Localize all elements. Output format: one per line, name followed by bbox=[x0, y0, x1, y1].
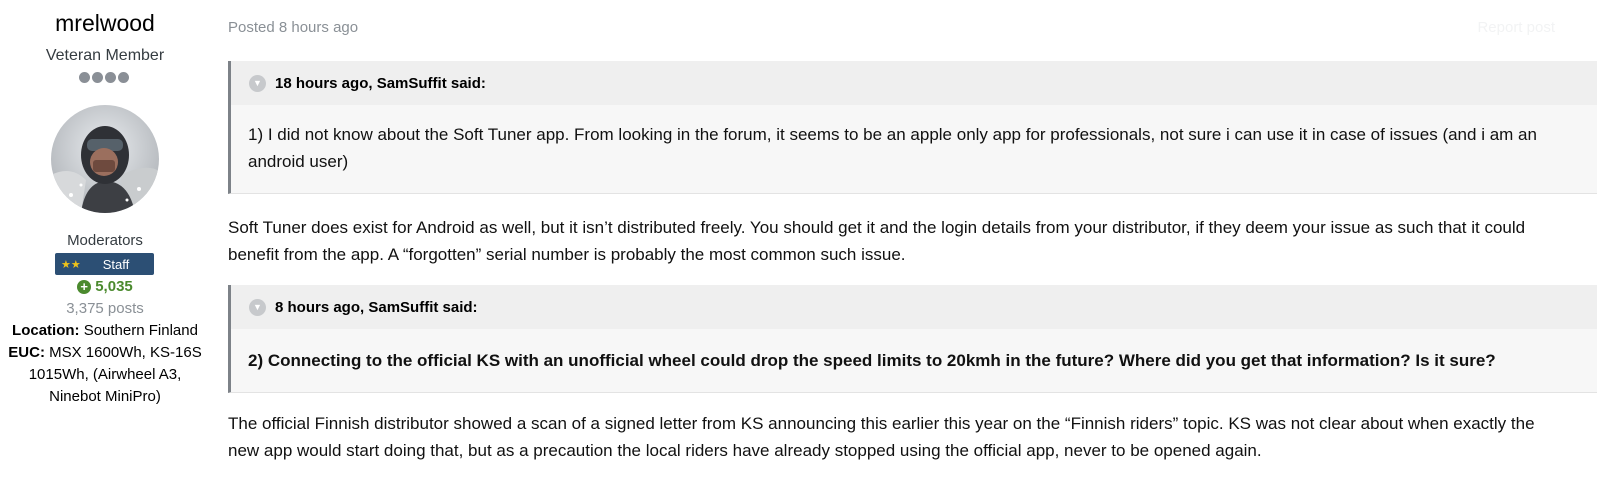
euc-value-line: 1015Wh, (Airwheel A3, bbox=[28, 366, 182, 383]
rank-pips bbox=[79, 72, 129, 83]
euc-label: EUC: bbox=[8, 344, 45, 361]
staff-badge-label: Staff bbox=[102, 256, 130, 272]
quote-citation-text[interactable]: 18 hours ago, SamSuffit said: bbox=[275, 75, 486, 92]
rank-pip bbox=[118, 72, 129, 83]
quote-text: 2) Connecting to the official KS with an… bbox=[248, 351, 1496, 370]
quote-block: ▼ 18 hours ago, SamSuffit said: 1) I did… bbox=[228, 61, 1597, 194]
rank-pip bbox=[79, 72, 90, 83]
post-meta[interactable]: Posted 8 hours ago bbox=[228, 19, 358, 36]
rank-pip bbox=[105, 72, 116, 83]
chevron-down-icon[interactable]: ▼ bbox=[249, 298, 266, 316]
author-name[interactable]: mrelwood bbox=[0, 10, 210, 37]
member-group: Moderators bbox=[67, 232, 143, 249]
member-title: Veteran Member bbox=[45, 47, 165, 64]
euc-field: EUC: MSX 1600Wh, KS-16S bbox=[0, 342, 210, 364]
euc-value: MSX 1600Wh, KS-16S bbox=[49, 344, 202, 361]
location-field: Location: Southern Finland bbox=[0, 320, 210, 342]
report-post-link[interactable]: Report post bbox=[1477, 19, 1555, 36]
reputation[interactable]: + 5,035 bbox=[0, 278, 210, 295]
star-icon: ★★ bbox=[61, 258, 81, 271]
post-paragraph: The official Finnish distributor showed … bbox=[228, 414, 1535, 460]
reputation-value: 5,035 bbox=[95, 278, 133, 295]
chevron-down-icon[interactable]: ▼ bbox=[249, 74, 266, 92]
quote-citation-text[interactable]: 8 hours ago, SamSuffit said: bbox=[275, 299, 478, 316]
location-value: Southern Finland bbox=[83, 322, 198, 339]
rank-pip bbox=[92, 72, 103, 83]
post-paragraph: Soft Tuner does exist for Android as wel… bbox=[228, 218, 1526, 264]
staff-badge: ★★ Staff bbox=[55, 253, 154, 275]
euc-value-line: Ninebot MiniPro) bbox=[49, 388, 161, 405]
quote-block: ▼ 8 hours ago, SamSuffit said: 2) Connec… bbox=[228, 285, 1597, 393]
quote-text: 1) I did not know about the Soft Tuner a… bbox=[248, 125, 1537, 171]
plus-circle-icon: + bbox=[77, 279, 92, 294]
quote-citation: ▼ 18 hours ago, SamSuffit said: bbox=[231, 61, 1597, 105]
post-count: 3,375 posts bbox=[66, 300, 144, 317]
avatar[interactable] bbox=[51, 105, 159, 213]
location-label: Location: bbox=[12, 322, 80, 339]
quote-citation: ▼ 8 hours ago, SamSuffit said: bbox=[231, 285, 1597, 329]
